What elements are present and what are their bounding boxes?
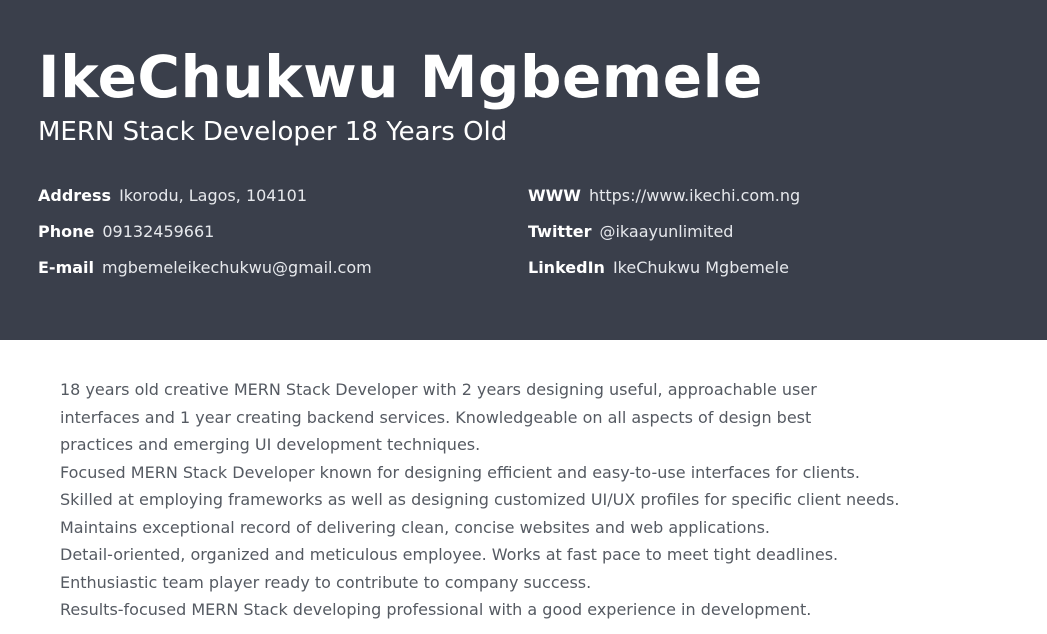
summary-line: Skilled at employing frameworks as well … <box>60 490 900 509</box>
contact-column-right: WWW https://www.ikechi.com.ng Twitter @ika… <box>528 178 800 286</box>
resume-header: IkeChukwu Mgbemele MERN Stack Developer … <box>0 0 1047 340</box>
professional-summary: 18 years old creative MERN Stack Develop… <box>60 376 1020 624</box>
contact-label: LinkedIn <box>528 258 605 277</box>
contact-email: E-mail mgbemeleikechukwu@gmail.com <box>38 250 372 286</box>
summary-line: 18 years old creative MERN Stack Develop… <box>60 380 817 399</box>
contact-label: Twitter <box>528 222 592 241</box>
contact-label: Address <box>38 186 112 205</box>
candidate-role: MERN Stack Developer 18 Years Old <box>38 117 508 147</box>
contact-value[interactable]: 09132459661 <box>102 222 214 241</box>
summary-line: Focused MERN Stack Developer known for d… <box>60 462 860 482</box>
contact-website-link[interactable]: https://www.ikechi.com.ng <box>589 186 800 205</box>
contact-phone: Phone 09132459661 <box>38 214 372 250</box>
contact-column-left: Address Ikorodu, Lagos, 104101 Phone 09132… <box>38 178 372 286</box>
summary-line: Maintains exceptional record of deliveri… <box>60 517 771 537</box>
contact-value: Ikorodu, Lagos, 104101 <box>119 186 308 205</box>
contact-linkedin: LinkedIn IkeChukwu Mgbemele <box>528 250 800 286</box>
contact-label: Phone <box>38 222 95 241</box>
summary-line: Enthusiastic team player ready to contri… <box>60 572 592 592</box>
summary-line: practices and emerging UI development te… <box>60 435 481 454</box>
summary-line: interfaces and 1 year creating backend s… <box>60 407 812 427</box>
contact-twitter-link[interactable]: @ikaayunlimited <box>599 222 733 241</box>
candidate-name: IkeChukwu Mgbemele <box>38 43 763 111</box>
contact-website: WWW https://www.ikechi.com.ng <box>528 178 800 214</box>
summary-line: Results-focused MERN Stack developing pr… <box>60 600 812 619</box>
contact-label: E-mail <box>38 258 95 277</box>
contact-linkedin-link[interactable]: IkeChukwu Mgbemele <box>613 258 789 277</box>
summary-line: Detail-oriented, organized and meticulou… <box>60 545 839 564</box>
contact-twitter: Twitter @ikaayunlimited <box>528 214 800 250</box>
contact-address: Address Ikorodu, Lagos, 104101 <box>38 178 372 214</box>
contact-email-link[interactable]: mgbemeleikechukwu@gmail.com <box>102 258 372 277</box>
contact-label: WWW <box>528 186 581 205</box>
